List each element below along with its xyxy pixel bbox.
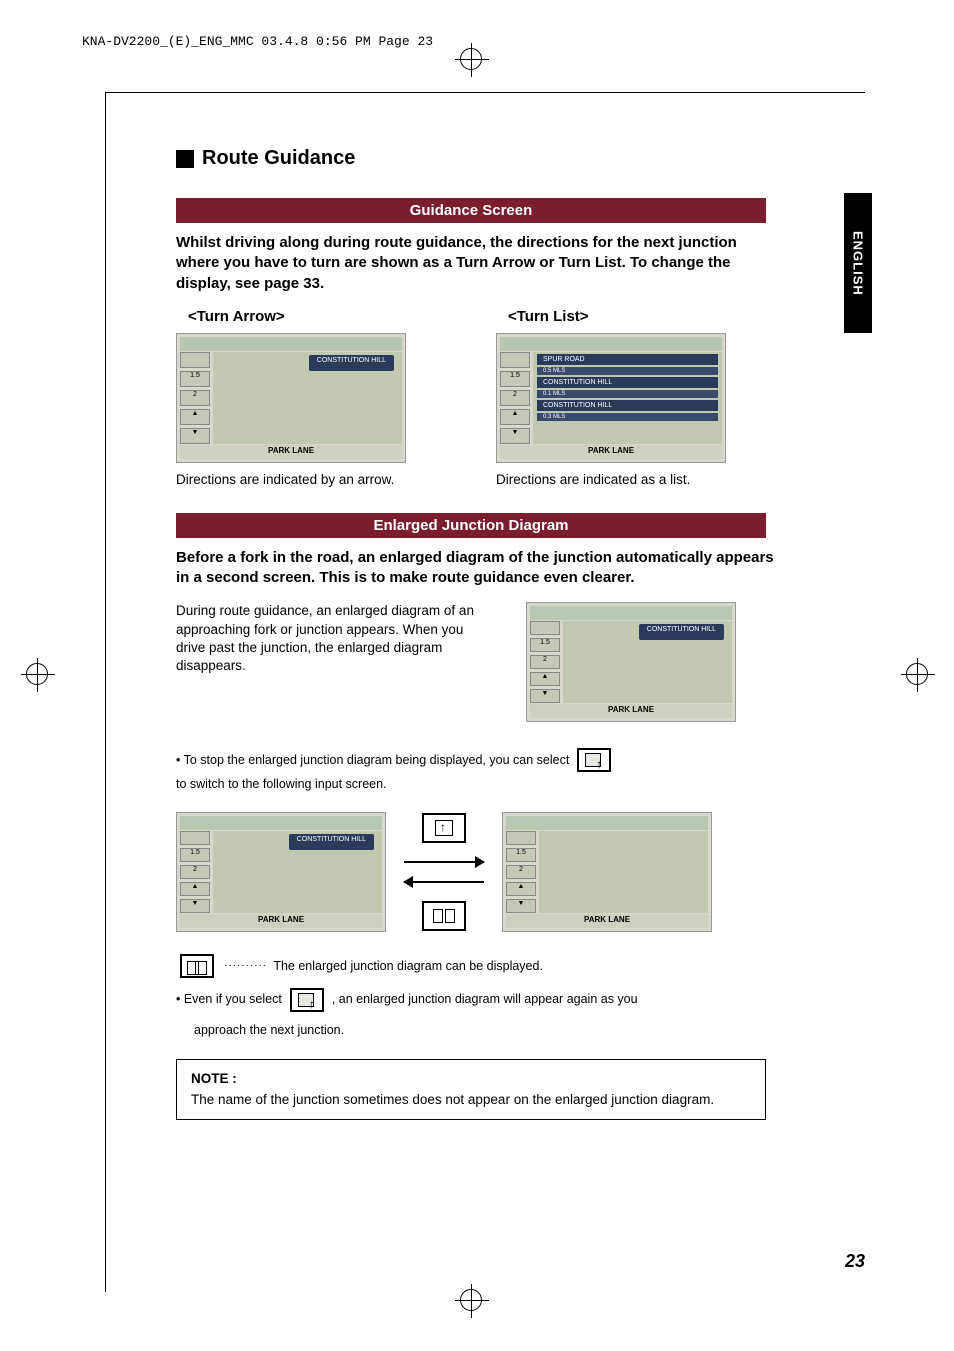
bullet-text-b: to switch to the following input screen. [176, 776, 387, 794]
section-title: Route Guidance [202, 147, 355, 170]
enlarged-lead-text: Before a fork in the road, an enlarged d… [176, 548, 776, 589]
turn-list-column: <Turn List> 1.52▲▼ SPUR ROAD 0.5 MLS CON… [496, 308, 756, 489]
crop-mark-right [906, 663, 928, 685]
single-arrow-icon-2 [290, 988, 324, 1012]
section-marker-icon [176, 150, 194, 168]
split-button-icon [422, 901, 466, 931]
print-header: KNA-DV2200_(E)_ENG_MMC 03.4.8 0:56 PM Pa… [82, 34, 433, 49]
bullet2-text-b: , an enlarged junction diagram will appe… [332, 991, 638, 1009]
note-box: NOTE : The name of the junction sometime… [176, 1059, 766, 1119]
turn-list-caption: Directions are indicated as a list. [496, 471, 756, 489]
switch-arrows [404, 813, 484, 931]
single-arrow-icon [577, 748, 611, 772]
enlarged-description-row: During route guidance, an enlarged diagr… [176, 602, 776, 730]
bullet-text-a: • To stop the enlarged junction diagram … [176, 752, 569, 770]
split-icon-text: The enlarged junction diagram can be dis… [273, 959, 543, 973]
enlarged-junction-banner: Enlarged Junction Diagram [176, 513, 766, 538]
turn-columns: <Turn Arrow> 1.52▲▼ CONSTITUTION HILL PA… [176, 308, 776, 489]
arrow-right-icon [404, 861, 484, 863]
bullet2-continuation: approach the next junction. [176, 1022, 766, 1040]
arrow-left-icon [404, 881, 484, 883]
crop-mark-top [460, 48, 482, 70]
turn-arrow-title: <Turn Arrow> [176, 308, 436, 325]
page-frame: ENGLISH Route Guidance Guidance Screen W… [105, 92, 865, 1292]
page-number: 23 [845, 1251, 865, 1272]
split-icon-explanation: ·········· The enlarged junction diagram… [176, 954, 865, 978]
crop-mark-bottom [460, 1289, 482, 1311]
turn-arrow-caption: Directions are indicated by an arrow. [176, 471, 436, 489]
enlarged-junction-screenshot: 1.52▲▼ CONSTITUTION HILL PARK LANE [526, 602, 736, 722]
guidance-screen-banner: Guidance Screen [176, 198, 766, 223]
enlarged-body-text: During route guidance, an enlarged diagr… [176, 602, 496, 675]
note-body: The name of the junction sometimes does … [191, 1091, 751, 1109]
language-tab: ENGLISH [844, 193, 872, 333]
even-if-bullet: • Even if you select , an enlarged junct… [176, 988, 766, 1012]
switch-diagram: 1.52▲▼ CONSTITUTION HILL PARK LANE 1.52▲… [176, 812, 776, 932]
switch-left-screenshot: 1.52▲▼ CONSTITUTION HILL PARK LANE [176, 812, 386, 932]
switch-right-screenshot: 1.52▲▼ PARK LANE [502, 812, 712, 932]
dotted-leader-icon: ·········· [224, 960, 267, 971]
section-heading-row: Route Guidance [176, 147, 865, 170]
note-title: NOTE : [191, 1070, 751, 1088]
single-arrow-button-icon [422, 813, 466, 843]
crop-mark-left [26, 663, 48, 685]
bullet2-text-c: approach the next junction. [194, 1022, 344, 1040]
stop-enlarged-bullet: • To stop the enlarged junction diagram … [176, 748, 766, 794]
guidance-lead-text: Whilst driving along during route guidan… [176, 233, 776, 294]
turn-list-screenshot: 1.52▲▼ SPUR ROAD 0.5 MLS CONSTITUTION HI… [496, 333, 726, 463]
bullet2-text-a: • Even if you select [176, 991, 282, 1009]
split-screen-icon [180, 954, 214, 978]
turn-list-title: <Turn List> [496, 308, 756, 325]
turn-arrow-column: <Turn Arrow> 1.52▲▼ CONSTITUTION HILL PA… [176, 308, 436, 489]
turn-arrow-screenshot: 1.52▲▼ CONSTITUTION HILL PARK LANE [176, 333, 406, 463]
